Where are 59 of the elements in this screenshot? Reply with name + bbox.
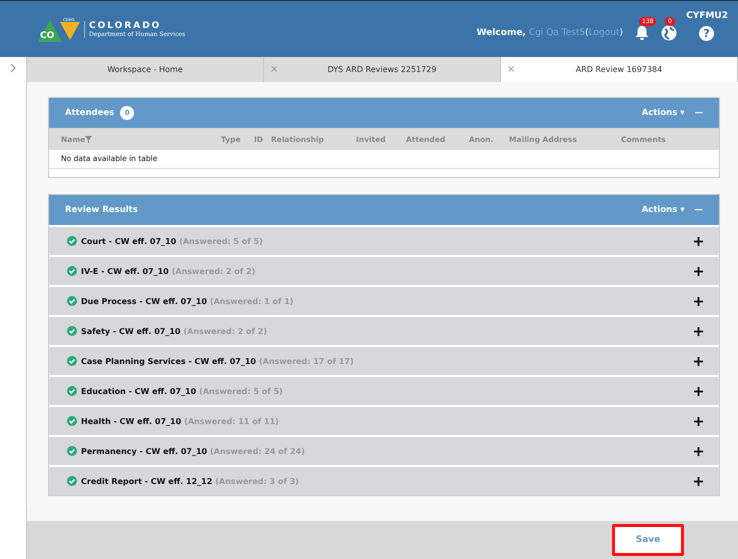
answered-count: (Answered: 2 of 2) <box>172 266 256 276</box>
review-name: Permanency - CW eff. 07_10 <box>81 446 208 456</box>
review-row[interactable]: Case Planning Services - CW eff. 07_10 (Answered: 17 of 17) <box>49 345 719 375</box>
welcome-text: Welcome, <box>476 28 526 38</box>
panel-title: Review Results <box>65 205 138 215</box>
paren-text: ( <box>585 28 589 38</box>
review-row[interactable]: Education - CW eff. 07_10 (Answered: 5 of 5) <box>49 375 719 405</box>
panel-title: Attendees <box>65 108 114 118</box>
answered-count: (Answered: 3 of 3) <box>215 476 299 486</box>
review-row[interactable]: IV-E - CW eff. 07_10 (Answered: 2 of 2) <box>49 255 719 285</box>
actions-button[interactable]: Actions ▾ <box>642 205 684 215</box>
review-name: Education - CW eff. 07_10 <box>81 386 196 396</box>
plus-icon[interactable] <box>694 326 703 336</box>
plus-icon[interactable] <box>694 356 703 366</box>
review-row[interactable]: Court - CW eff. 07_10 (Answered: 5 of 5) <box>49 225 719 255</box>
answered-count: (Answered: 11 of 11) <box>184 416 279 426</box>
collapse-button[interactable]: — <box>694 205 703 215</box>
review-name: Court - CW eff. 07_10 <box>81 236 176 246</box>
bell-icon[interactable] <box>635 25 649 41</box>
paren-text: ) <box>619 28 623 38</box>
unit-label: CYFMU2 <box>686 11 728 21</box>
answered-count: (Answered: 17 of 17) <box>258 356 354 366</box>
tab[interactable]: × ARD Review 1697384 <box>501 57 738 82</box>
user-link[interactable]: Cgi Qa Test5 <box>528 28 586 38</box>
answered-count: (Answered: 5 of 5) <box>179 236 263 246</box>
logout-link[interactable]: Logout <box>588 28 620 38</box>
review-name: Case Planning Services - CW eff. 07_10 <box>81 356 256 366</box>
review-name: Due Process - CW eff. 07_10 <box>81 296 207 306</box>
review-name: Safety - CW eff. 07_10 <box>81 326 180 336</box>
collapse-button[interactable]: — <box>694 108 703 118</box>
plus-icon[interactable] <box>694 386 703 396</box>
actions-button[interactable]: Actions ▾ <box>642 108 684 118</box>
plus-icon[interactable] <box>694 236 703 246</box>
review-row[interactable]: Permanency - CW eff. 07_10 (Answered: 24 of 24) <box>49 435 719 465</box>
globe-icon[interactable] <box>661 25 677 41</box>
answered-count: (Answered: 24 of 24) <box>210 446 305 456</box>
plus-icon[interactable] <box>694 266 703 276</box>
review-row[interactable]: Credit Report - CW eff. 12_12 (Answered: 3 of 3) <box>49 465 719 495</box>
plus-icon[interactable] <box>694 296 703 306</box>
review-row[interactable]: Health - CW eff. 07_10 (Answered: 11 of 11) <box>49 405 719 435</box>
save-button[interactable]: Save <box>612 524 684 556</box>
plus-icon[interactable] <box>694 446 703 456</box>
review-name: Credit Report - CW eff. 12_12 <box>81 476 212 486</box>
tab-close-button[interactable]: × <box>507 64 516 75</box>
review-row[interactable]: Due Process - CW eff. 07_10 (Answered: 1 of 1) <box>49 285 719 315</box>
answered-count: (Answered: 5 of 5) <box>199 386 283 396</box>
review-name: IV-E - CW eff. 07_10 <box>81 266 169 276</box>
review-row[interactable]: Safety - CW eff. 07_10 (Answered: 2 of 2) <box>49 315 719 345</box>
plus-icon[interactable] <box>694 416 703 426</box>
plus-icon[interactable] <box>694 476 703 486</box>
tab-close-button[interactable]: × <box>270 64 278 75</box>
filter-icon[interactable] <box>85 136 92 142</box>
answered-count: (Answered: 1 of 1) <box>210 296 294 306</box>
chevron-right-icon[interactable] <box>10 63 16 73</box>
logo-text: CO <box>40 31 54 41</box>
review-name: Health - CW eff. 07_10 <box>81 416 182 426</box>
org-name: COLORADO <box>89 20 162 30</box>
help-button[interactable]: ? <box>699 26 714 40</box>
answered-count: (Answered: 2 of 2) <box>183 326 268 336</box>
